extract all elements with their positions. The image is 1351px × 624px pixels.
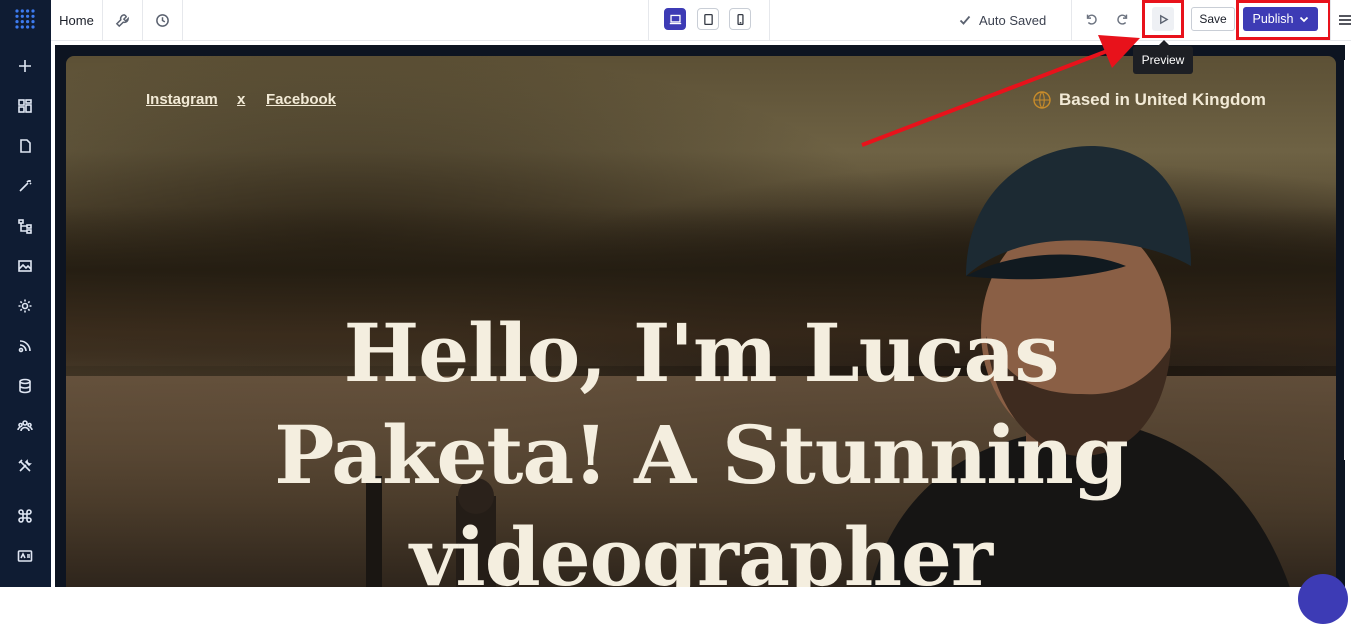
chat-widget-button[interactable]: [1298, 574, 1348, 624]
history-icon[interactable]: [142, 0, 183, 40]
facebook-link[interactable]: Facebook: [266, 91, 336, 108]
link-separator: x: [237, 91, 246, 108]
plus-icon[interactable]: [15, 56, 35, 76]
publish-highlight-box: [1236, 0, 1331, 40]
sitemap-icon[interactable]: [15, 216, 35, 236]
wrench-icon[interactable]: [102, 0, 143, 40]
command-icon[interactable]: [15, 506, 35, 526]
id-card-icon[interactable]: [15, 546, 35, 566]
team-icon[interactable]: [15, 416, 35, 436]
autosave-status: Auto Saved: [959, 0, 1046, 40]
broadcast-icon[interactable]: [15, 336, 35, 356]
undo-redo-group: [1071, 0, 1142, 40]
desktop-view-icon[interactable]: [664, 8, 686, 30]
preview-tooltip: Preview: [1133, 40, 1193, 74]
grid-icon[interactable]: [15, 96, 35, 116]
left-sidebar: [0, 0, 51, 587]
location-badge: Based in United Kingdom: [1033, 90, 1266, 110]
canvas-scrollbar[interactable]: [1344, 60, 1351, 460]
settings-icon[interactable]: [15, 296, 35, 316]
globe-icon: [1033, 91, 1051, 109]
save-button[interactable]: Save: [1191, 7, 1235, 31]
device-switcher: [648, 0, 770, 40]
hero-title: Hello, I'm Lucas Paketa! A Stunning vide…: [274, 306, 1129, 587]
hero-section[interactable]: Instagram x Facebook Based in United Kin…: [66, 56, 1336, 587]
image-icon[interactable]: [15, 256, 35, 276]
app-logo-icon[interactable]: [13, 7, 37, 31]
autosave-label: Auto Saved: [979, 12, 1047, 28]
check-icon: [959, 15, 971, 25]
tools-icon[interactable]: [15, 456, 35, 476]
redo-icon[interactable]: [1116, 12, 1132, 28]
preview-highlight-box: [1142, 0, 1184, 38]
instagram-link[interactable]: Instagram: [146, 91, 218, 108]
mobile-view-icon[interactable]: [729, 8, 751, 30]
tablet-view-icon[interactable]: [697, 8, 719, 30]
magic-wand-icon[interactable]: [15, 176, 35, 196]
undo-icon[interactable]: [1084, 12, 1100, 28]
database-icon[interactable]: [15, 376, 35, 396]
location-text: Based in United Kingdom: [1059, 90, 1266, 109]
page-icon[interactable]: [15, 136, 35, 156]
toolbar-divider: [1330, 0, 1331, 40]
hamburger-menu-icon[interactable]: [1335, 8, 1351, 32]
home-tab[interactable]: Home: [51, 0, 103, 40]
